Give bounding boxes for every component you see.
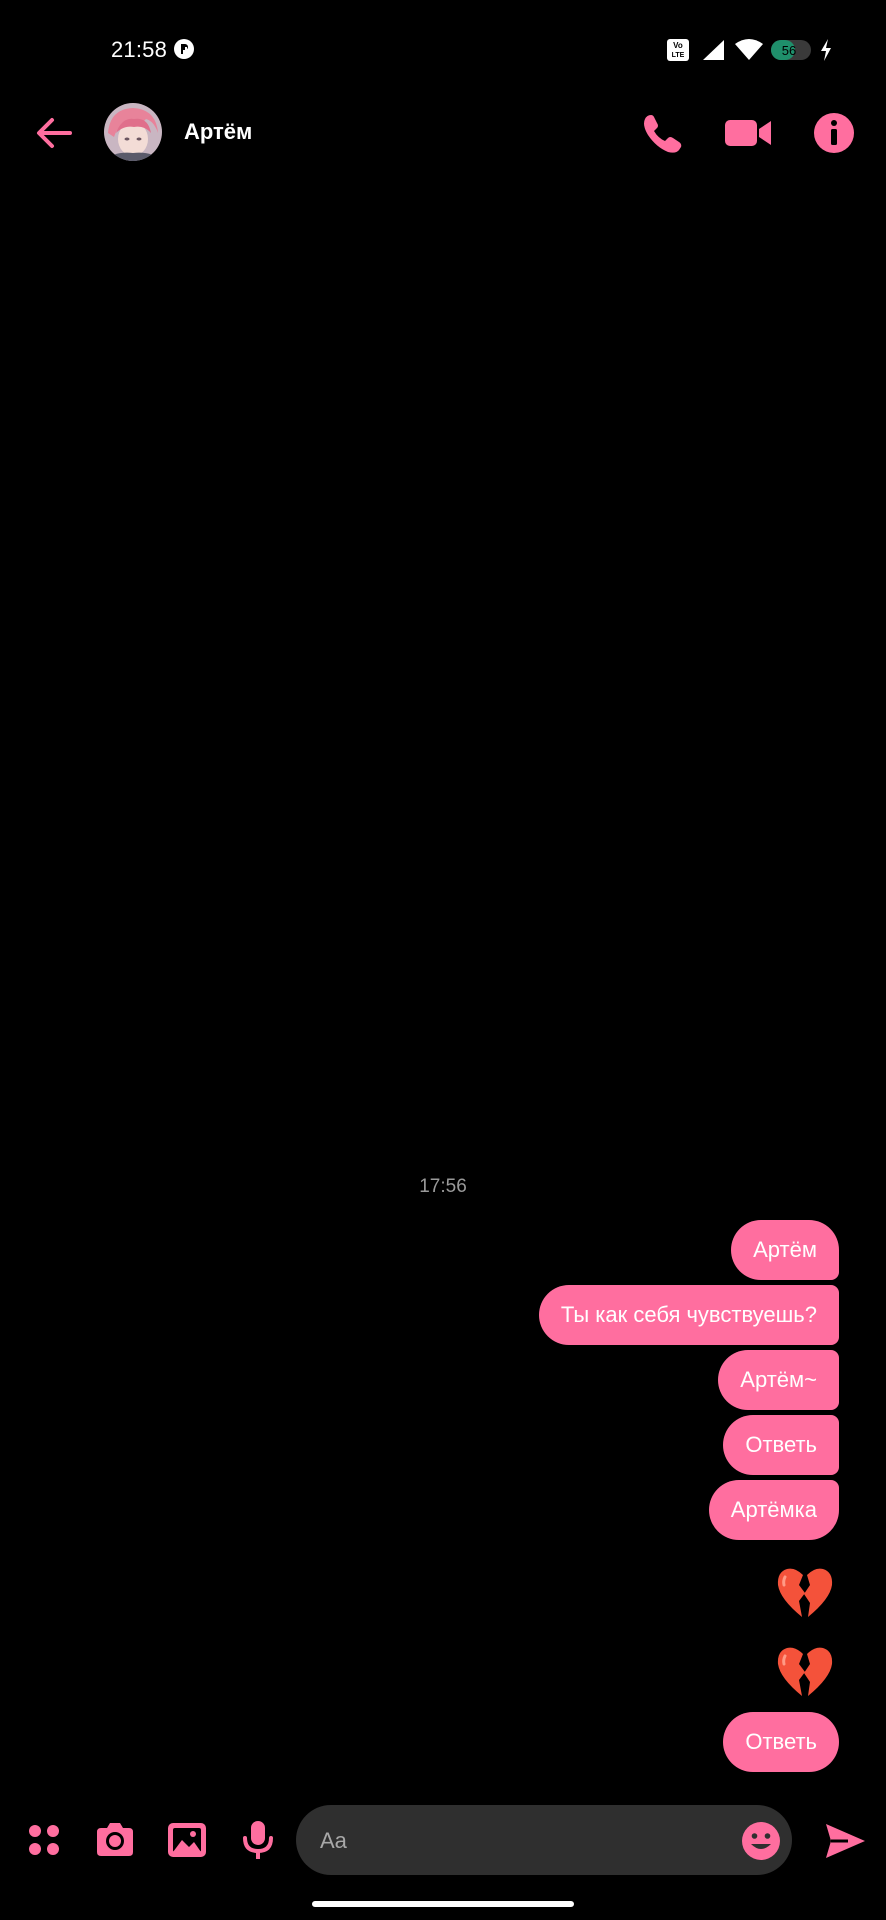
info-icon[interactable] <box>808 107 860 159</box>
message-bubble[interactable]: Артём~ <box>718 1350 839 1410</box>
home-indicator[interactable] <box>312 1901 574 1907</box>
message-bubble[interactable]: Ответь <box>723 1712 839 1772</box>
battery-icon: 56 <box>771 40 811 60</box>
camera-icon[interactable] <box>93 1818 137 1862</box>
status-time: 21:58 <box>111 37 168 62</box>
back-arrow-icon[interactable] <box>30 109 78 157</box>
message-bubble[interactable]: Артём <box>731 1220 839 1280</box>
status-bar: 21:58 Vo LTE 56 <box>0 0 886 100</box>
message-bubble[interactable]: Артёмка <box>708 1480 839 1540</box>
emoji-icon[interactable] <box>740 1820 782 1862</box>
contact-avatar[interactable] <box>104 103 162 161</box>
chat-header: Артём <box>0 95 886 171</box>
message-bubble[interactable]: Ты как себя чувствуешь? <box>538 1285 839 1345</box>
wifi-icon <box>735 39 763 60</box>
battery-level: 56 <box>782 43 796 58</box>
message-input-container[interactable] <box>296 1805 792 1877</box>
message-bubble[interactable]: Ответь <box>723 1415 839 1475</box>
phone-icon[interactable] <box>636 107 688 159</box>
volte-icon: Vo LTE <box>667 39 689 61</box>
broken-heart-icon[interactable] <box>775 1563 835 1623</box>
send-icon[interactable] <box>822 1818 868 1864</box>
signal-icon <box>703 40 724 60</box>
broken-heart-icon[interactable] <box>775 1642 835 1702</box>
video-camera-icon[interactable] <box>722 107 774 159</box>
apps-grid-icon[interactable] <box>22 1818 66 1862</box>
message-input[interactable] <box>318 1805 712 1877</box>
microphone-icon[interactable] <box>236 1818 280 1862</box>
composer-bar <box>0 1800 886 1880</box>
avatar-image <box>104 103 162 161</box>
app-notification-icon <box>174 39 194 59</box>
contact-name[interactable]: Артём <box>184 119 252 145</box>
charging-icon <box>821 39 831 61</box>
volte-bottom-text: LTE <box>672 52 685 59</box>
message-timestamp: 17:56 <box>419 1176 467 1197</box>
status-indicators: Vo LTE 56 <box>666 36 836 64</box>
gallery-icon[interactable] <box>165 1818 209 1862</box>
volte-top-text: Vo <box>673 41 683 50</box>
